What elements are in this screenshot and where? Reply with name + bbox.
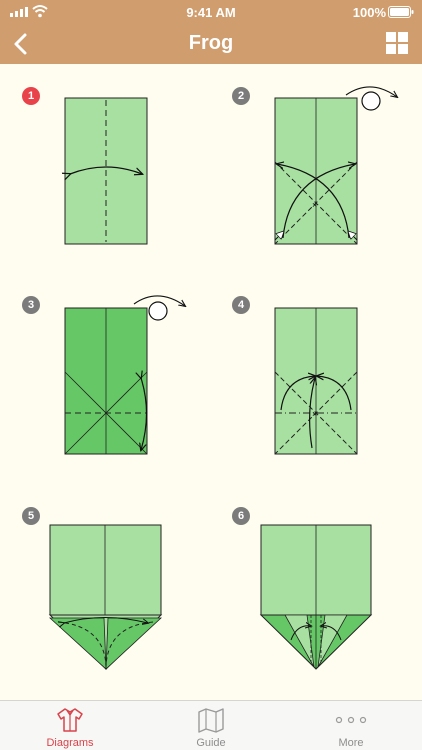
tab-more[interactable]: More xyxy=(281,701,421,750)
tab-label: More xyxy=(338,737,364,749)
svg-text:×: × xyxy=(312,409,317,419)
step-4[interactable]: 4 × xyxy=(211,274,422,474)
step-2[interactable]: 2 × xyxy=(211,64,422,264)
battery-icon xyxy=(388,6,414,18)
step-badge: 4 xyxy=(232,296,250,314)
step-1[interactable]: 1 xyxy=(0,64,211,264)
tab-diagrams[interactable]: Diagrams xyxy=(0,701,140,750)
shirt-icon xyxy=(57,708,83,732)
map-icon xyxy=(198,708,224,733)
battery-percent: 100% xyxy=(352,5,386,20)
step-5[interactable]: 5 xyxy=(0,484,211,700)
tab-guide[interactable]: Guide xyxy=(141,701,281,750)
tab-label: Diagrams xyxy=(46,737,94,749)
nav-bar: Frog xyxy=(0,24,422,64)
grid-icon[interactable] xyxy=(386,32,408,54)
step-badge: 2 xyxy=(232,87,250,105)
page-title: Frog xyxy=(188,32,234,54)
step-badge: 3 xyxy=(22,296,40,314)
step-badge: 1 xyxy=(22,87,40,105)
svg-text:×: × xyxy=(312,200,317,210)
tab-label: Guide xyxy=(196,737,226,749)
step-badge: 5 xyxy=(22,507,40,525)
tab-bar: Diagrams Guide More xyxy=(0,700,422,750)
diagram-content[interactable]: 1 2 × 3 4 × 5 6 xyxy=(0,64,422,700)
step-6[interactable]: 6 xyxy=(211,484,422,700)
step-badge: 6 xyxy=(232,507,250,525)
status-bar: 9:41 AM 100% xyxy=(0,0,422,24)
more-dots-icon xyxy=(335,716,367,724)
step-3[interactable]: 3 xyxy=(0,274,211,474)
